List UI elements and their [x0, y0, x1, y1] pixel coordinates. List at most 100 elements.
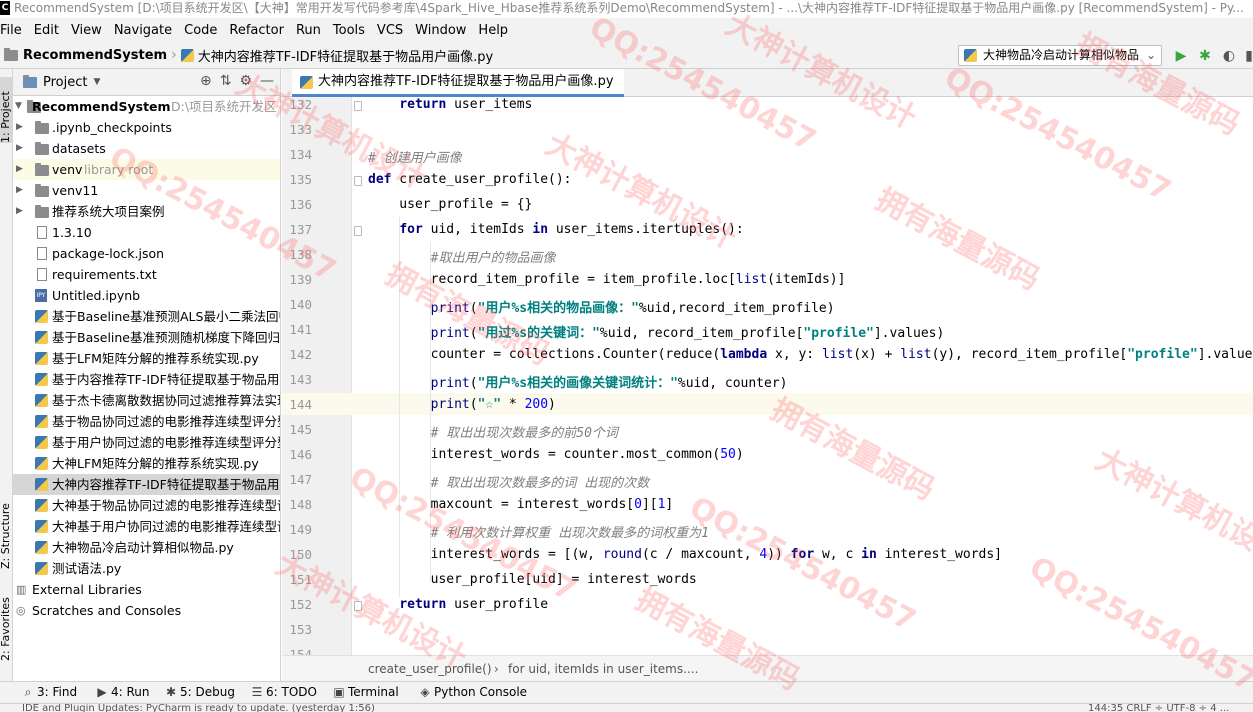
- tree-item[interactable]: 大神LFM矩阵分解的推荐系统实现.py: [13, 453, 280, 474]
- project-view-icon: [23, 74, 37, 88]
- tree-item[interactable]: ▶ datasets: [13, 138, 280, 159]
- tree-item[interactable]: ▶ .ipynb_checkpoints: [13, 117, 280, 138]
- window-title: RecommendSystem [D:\项目系统开发区\【大神】常用开发写代码参…: [14, 1, 1244, 15]
- tree-item[interactable]: requirements.txt: [13, 264, 280, 285]
- tree-item[interactable]: package-lock.json: [13, 243, 280, 264]
- nav-file[interactable]: 大神内容推荐TF-IDF特征提取基于物品用户画像.py: [198, 46, 494, 65]
- tree-item[interactable]: IPY Untitled.ipynb: [13, 285, 280, 306]
- menu-window[interactable]: Window: [409, 23, 472, 38]
- notebook-file-icon: IPY: [35, 289, 47, 302]
- python-console-icon: ◈: [420, 685, 430, 699]
- menu-vcs[interactable]: VCS: [371, 23, 409, 38]
- menu-edit[interactable]: Edit: [28, 23, 65, 38]
- chevron-right-icon[interactable]: ▶: [16, 201, 23, 222]
- tree-item[interactable]: 基于LFM矩阵分解的推荐系统实现.py: [13, 348, 280, 369]
- gear-icon[interactable]: ⚙: [239, 73, 252, 89]
- fold-marker-icon[interactable]: [354, 601, 362, 611]
- tool-tab-run[interactable]: ▶ 4: Run: [96, 685, 149, 699]
- collapse-all-icon[interactable]: ⇅: [220, 73, 232, 89]
- tree-item[interactable]: 测试语法.py: [13, 558, 280, 579]
- chevron-right-icon[interactable]: ▶: [16, 180, 23, 201]
- tree-item-label: .ipynb_checkpoints: [52, 120, 172, 135]
- tool-tab-terminal[interactable]: ▣ Terminal: [333, 685, 398, 699]
- tree-item[interactable]: ▶ venv library root: [13, 159, 280, 180]
- menu-navigate[interactable]: Navigate: [108, 23, 178, 38]
- menu-run[interactable]: Run: [290, 23, 327, 38]
- tree-external-libraries[interactable]: ▥ External Libraries: [13, 579, 280, 600]
- project-view-title[interactable]: Project: [43, 75, 87, 90]
- chevron-right-icon[interactable]: ▶: [16, 159, 23, 180]
- tree-item-label: Scratches and Consoles: [32, 603, 182, 618]
- tree-item[interactable]: 基于Baseline基准预测ALS最小二乘法回归: [13, 306, 280, 327]
- tree-item[interactable]: 基于杰卡德离散数据协同过滤推荐算法实现: [13, 390, 280, 411]
- fold-marker-icon[interactable]: [354, 176, 362, 186]
- python-file-icon: [35, 373, 48, 386]
- tree-root[interactable]: ▼ RecommendSystem D:\项目系统开发区: [13, 96, 280, 117]
- tree-item[interactable]: 大神基于用户协同过滤的电影推荐连续型评: [13, 516, 280, 537]
- tree-item[interactable]: 基于Baseline基准预测随机梯度下降回归模: [13, 327, 280, 348]
- editor-tab-active[interactable]: 大神内容推荐TF-IDF特征提取基于物品用户画像.py: [292, 69, 624, 97]
- status-position[interactable]: 144:35 CRLF ÷ UTF-8 ÷ 4 ...: [1088, 704, 1229, 712]
- profile-icon[interactable]: ▮: [1240, 47, 1253, 65]
- nav-project[interactable]: RecommendSystem: [23, 48, 167, 63]
- tool-tab-project[interactable]: 1: Project: [0, 77, 13, 143]
- fold-marker-icon[interactable]: [354, 226, 362, 236]
- menu-bar: File Edit View Navigate Code Refactor Ru…: [0, 18, 1253, 42]
- tool-tab-python-console[interactable]: ◈ Python Console: [419, 685, 527, 699]
- tree-item[interactable]: 1.3.10: [13, 222, 280, 243]
- tool-tab-todo[interactable]: ☰ 6: TODO: [251, 685, 317, 699]
- tree-item-label: 大神基于物品协同过滤的电影推荐连续型评: [52, 498, 281, 513]
- locate-file-icon[interactable]: ⊕: [200, 73, 212, 89]
- tree-root-path: D:\项目系统开发区: [171, 99, 277, 114]
- tree-item[interactable]: ▶ venv11: [13, 180, 280, 201]
- menu-refactor[interactable]: Refactor: [223, 23, 290, 38]
- project-tree: ▼ RecommendSystem D:\项目系统开发区 ▶ .ipynb_ch…: [13, 96, 280, 621]
- chevron-right-icon[interactable]: ▶: [16, 117, 23, 138]
- tree-root-name: RecommendSystem: [32, 99, 171, 114]
- menu-view[interactable]: View: [65, 23, 108, 38]
- run-icon[interactable]: ▶: [1172, 47, 1190, 65]
- tool-tab-structure[interactable]: Z: Structure: [0, 489, 13, 569]
- tree-item-label: 基于内容推荐TF-IDF特征提取基于物品用户: [52, 372, 281, 387]
- code-line: counter = collections.Counter(reduce(lam…: [368, 347, 1253, 362]
- status-bar: IDE and Plugin Updates: PyCharm is ready…: [0, 703, 1253, 712]
- folder-icon: [35, 142, 49, 155]
- tree-item[interactable]: 基于物品协同过滤的电影推荐连续型评分型: [13, 411, 280, 432]
- menu-tools[interactable]: Tools: [327, 23, 371, 38]
- chevron-down-icon[interactable]: ▼: [15, 96, 22, 117]
- text-file-icon: [37, 268, 47, 281]
- tree-item[interactable]: 基于内容推荐TF-IDF特征提取基于物品用户: [13, 369, 280, 390]
- debug-icon[interactable]: ✱: [1196, 47, 1214, 65]
- menu-help[interactable]: Help: [472, 23, 514, 38]
- menu-file[interactable]: File: [0, 23, 28, 38]
- tree-item[interactable]: 基于用户协同过滤的电影推荐连续型评分型: [13, 432, 280, 453]
- status-message[interactable]: IDE and Plugin Updates: PyCharm is ready…: [22, 704, 375, 712]
- pycharm-app-icon: C: [0, 1, 10, 15]
- line-number: 148: [289, 497, 312, 512]
- editor-tabs: 大神内容推荐TF-IDF特征提取基于物品用户画像.py: [282, 69, 1253, 97]
- breadcrumb-loop[interactable]: for uid, itemIds in user_items....: [508, 656, 698, 682]
- tree-item-label: 1.3.10: [52, 225, 92, 240]
- code-line: print("用户%s相关的画像关键词统计："%uid, counter): [430, 376, 788, 391]
- tool-tab-debug[interactable]: ✱ 5: Debug: [165, 685, 235, 699]
- tree-item[interactable]: 大神基于物品协同过滤的电影推荐连续型评: [13, 495, 280, 516]
- tool-tab-find[interactable]: ⌕ 3: Find: [22, 685, 77, 700]
- menu-code[interactable]: Code: [178, 23, 223, 38]
- code-line: record_item_profile = item_profile.loc[l…: [368, 272, 846, 287]
- hide-panel-icon[interactable]: —: [260, 73, 274, 89]
- folder-icon: [35, 121, 49, 134]
- python-file-icon: [300, 76, 313, 89]
- chevron-down-icon[interactable]: ▼: [93, 77, 100, 87]
- tool-tab-label: 6: TODO: [266, 685, 317, 699]
- tree-item[interactable]: 大神物品冷启动计算相似物品.py: [13, 537, 280, 558]
- chevron-right-icon[interactable]: ▶: [16, 138, 23, 159]
- code-editor[interactable]: 132 133 134 135 136 137 138 139 140 141 …: [282, 97, 1253, 655]
- coverage-icon[interactable]: ◐: [1220, 47, 1238, 65]
- fold-marker-icon[interactable]: [354, 101, 362, 111]
- tree-item[interactable]: ▶ 推荐系统大项目案例: [13, 201, 280, 222]
- breadcrumb-function[interactable]: create_user_profile(): [368, 656, 492, 682]
- tool-tab-favorites[interactable]: 2: Favorites: [0, 589, 13, 661]
- tree-scratches[interactable]: ◎ Scratches and Consoles: [13, 600, 280, 621]
- tree-item-selected[interactable]: 大神内容推荐TF-IDF特征提取基于物品用户: [13, 474, 280, 495]
- run-configuration-select[interactable]: 大神物品冷启动计算相似物品 ⌄: [958, 45, 1162, 66]
